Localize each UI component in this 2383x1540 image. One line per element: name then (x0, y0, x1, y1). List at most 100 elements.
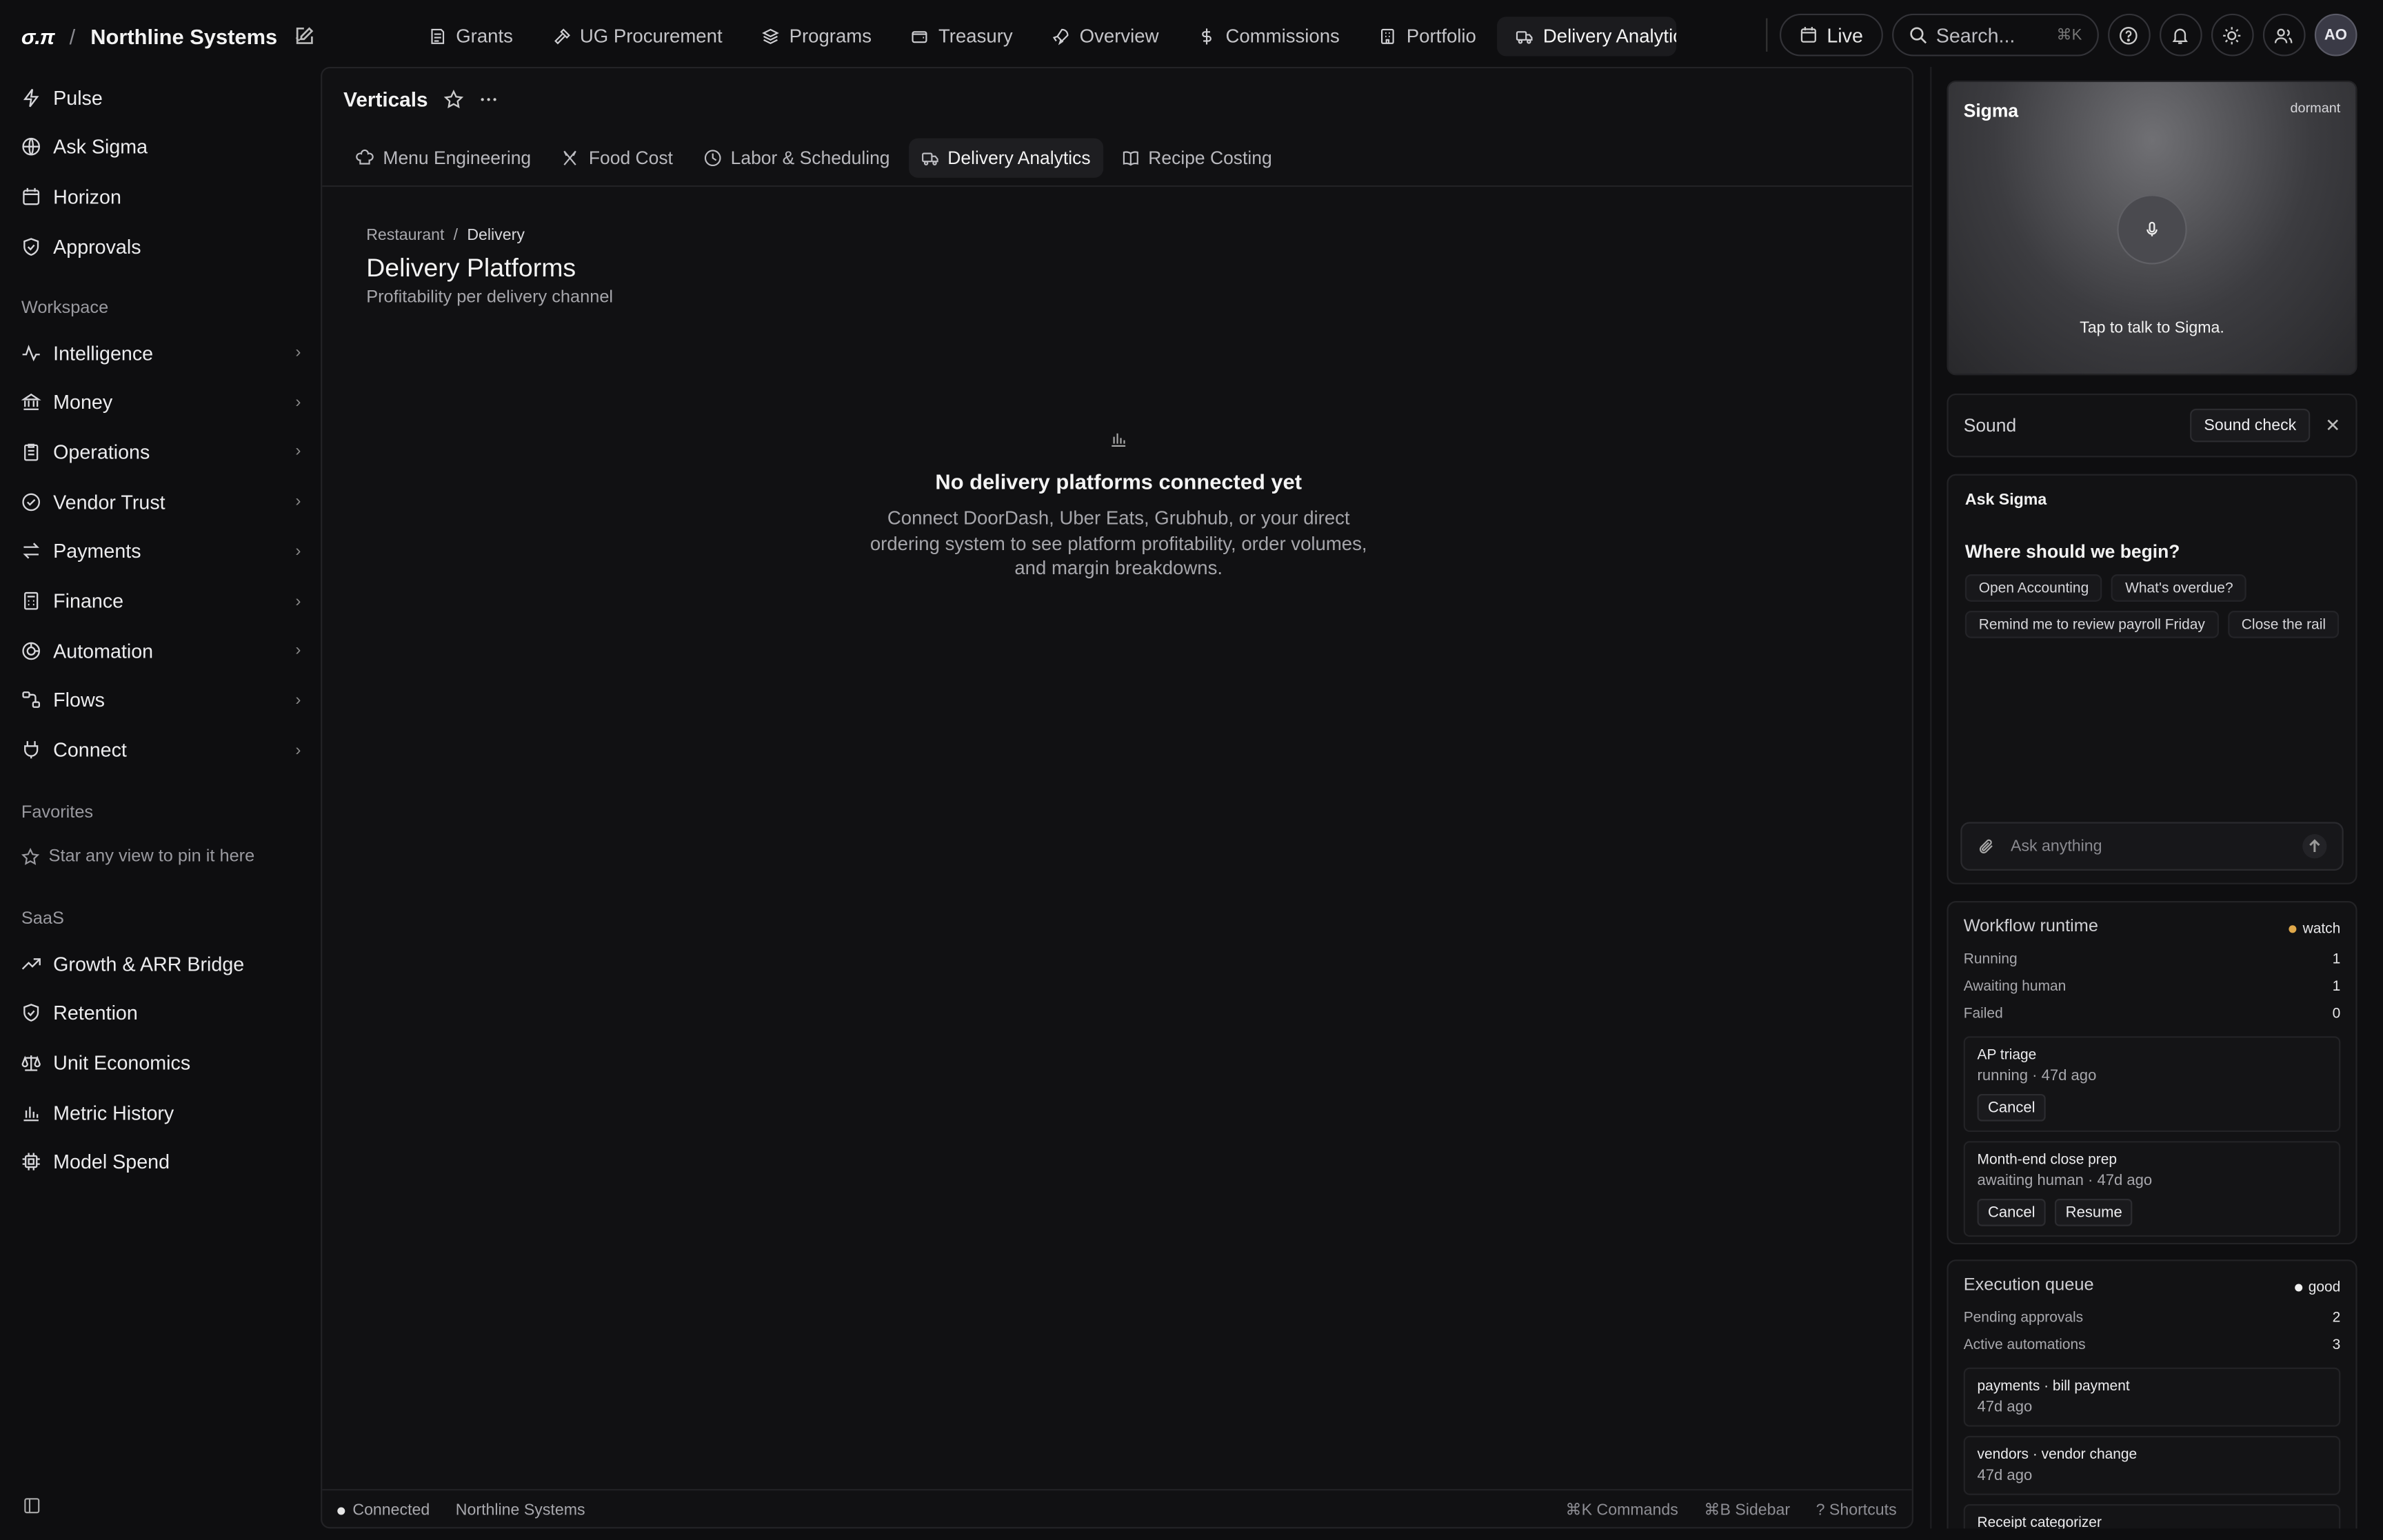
ask-placeholder: Ask anything (2011, 837, 2102, 855)
topnav-label: Commissions (1225, 26, 1340, 48)
page-subtitle: Profitability per delivery channel (366, 288, 614, 307)
favorites-heading: Favorites (21, 803, 94, 822)
tab-labor-scheduling[interactable]: Labor & Scheduling (691, 139, 902, 178)
chevron-right-icon: › (295, 343, 301, 362)
sidebar-item-retention[interactable]: Retention (0, 995, 301, 1031)
sidebar-item-approvals[interactable]: Approvals (0, 228, 301, 265)
users-icon (2275, 28, 2293, 43)
star-icon[interactable] (443, 90, 463, 110)
tab-recipe-costing[interactable]: Recipe Costing (1109, 139, 1284, 178)
tab-label: Recipe Costing (1148, 147, 1272, 169)
sidebar-item-pulse[interactable]: Pulse (0, 79, 301, 116)
sidebar-item-metric-history[interactable]: Metric History (0, 1094, 301, 1131)
topnav-label: Treasury (938, 26, 1013, 48)
send-button[interactable] (2302, 834, 2327, 859)
suggestion-chip[interactable]: Remind me to review payroll Friday (1964, 611, 2219, 638)
plug-icon (24, 741, 39, 759)
queue-item[interactable]: Receipt categorizer (1963, 1504, 2341, 1529)
commands-shortcut[interactable]: ⌘K Commands (1566, 1501, 1678, 1519)
close-icon[interactable]: ✕ (2325, 415, 2340, 436)
queue-item[interactable]: payments · bill payment 47d ago (1963, 1367, 2341, 1427)
paperclip-icon[interactable] (1978, 837, 1995, 855)
ask-input[interactable]: Ask anything (1960, 822, 2344, 871)
live-label: Live (1827, 23, 1863, 47)
badge-check-icon (22, 492, 40, 511)
topnav-item-commissions[interactable]: Commissions (1180, 17, 1358, 56)
metric-value: 2 (2332, 1308, 2341, 1326)
brand-separator: / (69, 24, 76, 49)
chevron-right-icon: › (295, 591, 301, 610)
workflow-job: AP triage running · 47d ago Cancel (1963, 1036, 2341, 1133)
trend-up-icon (21, 958, 41, 969)
sidebar-toggle-icon[interactable] (23, 1497, 41, 1514)
main-panel: Verticals Menu Engineering Food Cost Labor… (321, 66, 1915, 1529)
topnav-item-grants[interactable]: Grants (410, 17, 531, 56)
suggestion-chips: Open Accounting What's overdue? Remind me … (1964, 574, 2345, 638)
theme-toggle[interactable] (2211, 13, 2254, 57)
compose-icon[interactable] (293, 26, 314, 47)
resume-button[interactable]: Resume (2055, 1199, 2133, 1226)
team-button[interactable] (2262, 13, 2306, 57)
sidebar-item-unit-economics[interactable]: Unit Economics (0, 1044, 301, 1081)
metric-label: Awaiting human (1963, 977, 2067, 995)
sidebar-item-model-spend[interactable]: Model Spend (0, 1144, 301, 1180)
queue-item-name: payments · bill payment (1977, 1378, 2130, 1395)
tab-label: Food Cost (588, 147, 673, 169)
live-button[interactable]: Live (1780, 13, 1883, 57)
pulse-icon (23, 88, 39, 107)
topnav-item-ug-procurement[interactable]: UG Procurement (534, 17, 741, 56)
topnav-item-treasury[interactable]: Treasury (893, 17, 1031, 56)
sidebar-item-payments[interactable]: Payments › (0, 533, 301, 569)
sidebar-item-growth-arr-bridge[interactable]: Growth & ARR Bridge (0, 945, 301, 982)
empty-state: No delivery platforms connected yet Conn… (322, 430, 1915, 581)
sidebar-item-operations[interactable]: Operations › (0, 434, 301, 470)
search-input[interactable]: Search... ⌘K (1891, 13, 2099, 57)
right-rail: Sigma dormant Tap to talk to Sigma. Soun… (1930, 66, 2371, 1529)
tab-food-cost[interactable]: Food Cost (550, 139, 685, 178)
sidebar-item-horizon[interactable]: Horizon (0, 179, 301, 215)
org-switcher[interactable]: σ.π / Northline Systems ⌄ (21, 18, 305, 54)
sidebar-item-automation[interactable]: Automation › (0, 632, 301, 669)
sidebar-item-money[interactable]: Money › (0, 384, 301, 421)
sidebar-item-connect[interactable]: Connect › (0, 731, 301, 768)
talk-button[interactable] (2117, 194, 2187, 265)
ask-title: Ask Sigma (1964, 490, 2047, 509)
avatar[interactable]: AO (2314, 13, 2357, 57)
topnav-item-programs[interactable]: Programs (743, 17, 889, 56)
topnav-item-portfolio[interactable]: Portfolio (1361, 17, 1495, 56)
empty-description: Connect DoorDash, Uber Eats, Grubhub, or… (869, 507, 1367, 579)
cancel-button[interactable]: Cancel (1977, 1093, 2047, 1122)
cpu-icon (22, 1153, 40, 1171)
tab-menu-engineering[interactable]: Menu Engineering (343, 139, 543, 178)
suggestion-chip[interactable]: Close the rail (2227, 611, 2340, 638)
sidebar-item-finance[interactable]: Finance › (0, 582, 301, 619)
topnav-item-overview[interactable]: Overview (1034, 17, 1177, 56)
search-icon (1910, 27, 1927, 44)
sidebar-item-intelligence[interactable]: Intelligence › (0, 334, 301, 371)
sidebar-shortcut[interactable]: ⌘B Sidebar (1704, 1501, 1790, 1519)
breadcrumb-item[interactable]: Restaurant (366, 226, 444, 244)
truck-icon (1516, 31, 1534, 44)
sound-check-button[interactable]: Sound check (2190, 408, 2311, 443)
topnav-item-delivery-analytics[interactable]: Delivery Analytics (1497, 17, 1677, 57)
help-button[interactable] (2107, 13, 2151, 57)
help-icon (2120, 26, 2138, 44)
sidebar-item-ask-sigma[interactable]: Ask Sigma (0, 129, 301, 165)
sidebar-item-label: Unit Economics (53, 1051, 191, 1075)
empty-title: No delivery platforms connected yet (935, 469, 1303, 494)
sidebar-item-label: Growth & ARR Bridge (53, 951, 245, 975)
notifications-button[interactable] (2159, 13, 2202, 57)
sidebar-item-flows[interactable]: Flows › (0, 682, 301, 718)
status-badge: watch (2289, 921, 2340, 938)
tab-delivery-analytics[interactable]: Delivery Analytics (907, 138, 1103, 178)
more-icon[interactable] (478, 90, 498, 110)
cancel-button[interactable]: Cancel (1977, 1199, 2047, 1226)
sidebar-item-label: Finance (53, 589, 124, 613)
queue-item-status: 47d ago (1977, 1468, 2033, 1485)
sidebar-item-vendor-trust[interactable]: Vendor Trust › (0, 483, 301, 520)
shortcuts-help[interactable]: ? Shortcuts (1816, 1501, 1897, 1519)
suggestion-chip[interactable]: Open Accounting (1964, 574, 2103, 602)
shield-icon (23, 237, 39, 256)
queue-item[interactable]: vendors · vendor change 47d ago (1963, 1435, 2341, 1495)
suggestion-chip[interactable]: What's overdue? (2111, 574, 2247, 602)
